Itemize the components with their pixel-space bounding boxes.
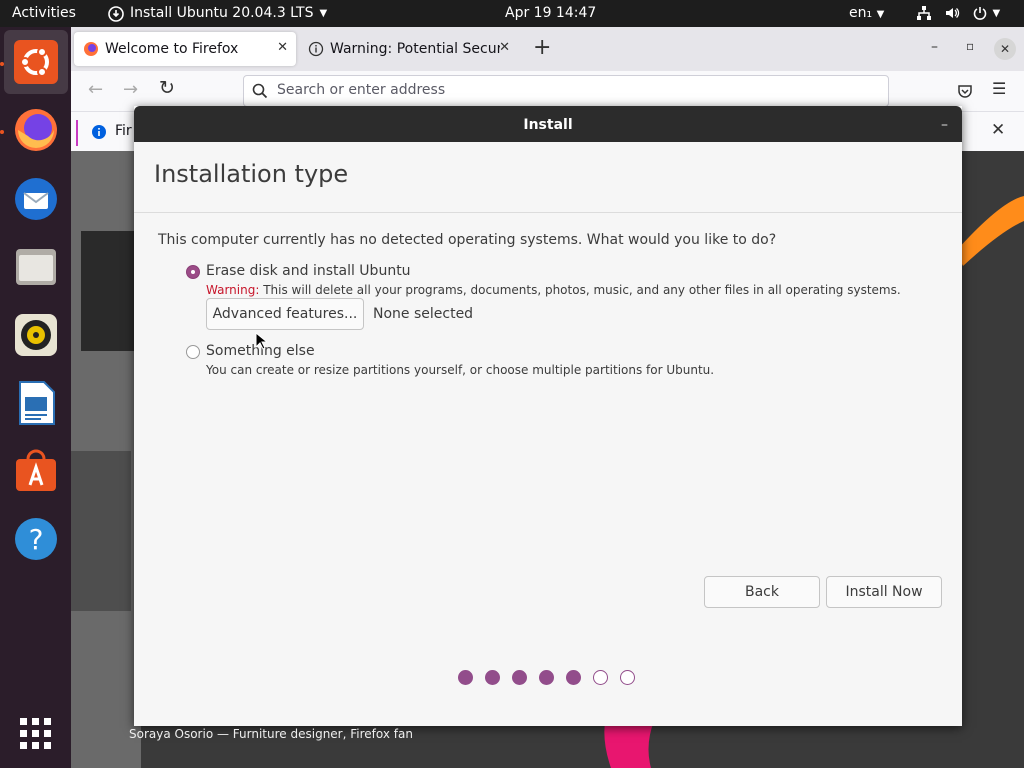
dock-rhythmbox[interactable]: [4, 303, 68, 367]
erase-disk-radio[interactable]: [186, 265, 200, 279]
install-dialog: Install – Installation type This compute…: [134, 106, 962, 726]
progress-dot: [485, 670, 500, 685]
language-label: en₁: [849, 5, 873, 21]
mouse-cursor-icon: [255, 332, 267, 350]
clock[interactable]: Apr 19 14:47: [505, 0, 596, 27]
activities-button[interactable]: Activities: [12, 0, 76, 27]
firefox-icon: [84, 42, 98, 56]
dialog-title: Install: [523, 117, 573, 133]
erase-disk-description: Warning: This will delete all your progr…: [206, 283, 901, 297]
ubuntu-installer-icon: [14, 40, 58, 84]
close-tab-icon[interactable]: ✕: [277, 40, 288, 55]
installer-icon: [108, 5, 124, 22]
url-bar[interactable]: Search or enter address: [243, 75, 889, 107]
thunderbird-icon: [15, 178, 57, 220]
tab-label: Welcome to Firefox: [105, 41, 239, 57]
tab-warning[interactable]: Warning: Potential Securi ✕: [300, 32, 512, 66]
dock-help[interactable]: ?: [4, 507, 68, 571]
pocket-icon[interactable]: [957, 83, 973, 99]
progress-dot: [512, 670, 527, 685]
info-icon: [92, 125, 106, 139]
notification-text: Fir: [115, 123, 132, 139]
progress-dot: [620, 670, 635, 685]
menu-icon[interactable]: ☰: [992, 79, 1006, 98]
software-store-icon: [16, 449, 56, 491]
info-icon: [308, 41, 324, 57]
files-icon: [16, 249, 56, 285]
dock-files[interactable]: [4, 235, 68, 299]
language-menu[interactable]: en₁ ▼: [849, 0, 884, 27]
show-applications-button[interactable]: [4, 702, 68, 766]
advanced-status: None selected: [373, 306, 474, 322]
network-icon[interactable]: [916, 0, 932, 27]
tab-bar: Welcome to Firefox ✕ Warning: Potential …: [71, 27, 1024, 71]
dock-thunderbird[interactable]: [4, 167, 68, 231]
power-icon: [973, 7, 987, 20]
progress-dots: [458, 670, 635, 685]
dock-ubuntu-installer[interactable]: [4, 30, 68, 94]
question-text: This computer currently has no detected …: [158, 232, 777, 248]
photo-caption: Soraya Osorio — Furniture designer, Fire…: [129, 727, 413, 741]
warning-label: Warning:: [206, 283, 260, 297]
volume-icon[interactable]: [944, 0, 960, 27]
dock-writer[interactable]: [4, 371, 68, 435]
maximize-button[interactable]: ▫: [966, 39, 974, 53]
close-window-button[interactable]: ✕: [994, 38, 1016, 60]
top-bar: Activities Install Ubuntu 20.04.3 LTS ▼ …: [0, 0, 1024, 27]
dock: ?: [0, 27, 71, 768]
reload-icon[interactable]: ↻: [159, 77, 175, 99]
nav-bar: ← → ↻ Search or enter address ☰: [71, 71, 1024, 111]
app-name: Install Ubuntu 20.04.3 LTS: [130, 5, 314, 21]
erase-disk-label[interactable]: Erase disk and install Ubuntu: [206, 263, 411, 279]
install-now-button[interactable]: Install Now: [826, 576, 942, 608]
close-tab-icon[interactable]: ✕: [499, 40, 510, 55]
app-grid-icon: [20, 718, 51, 749]
dialog-titlebar: Install –: [134, 106, 962, 142]
close-icon[interactable]: ✕: [991, 120, 1005, 140]
chevron-down-icon: ▼: [992, 8, 1001, 19]
svg-text:?: ?: [29, 523, 44, 556]
help-icon: ?: [15, 518, 57, 560]
progress-dot: [458, 670, 473, 685]
chevron-down-icon: ▼: [876, 9, 885, 20]
firefox-icon: [15, 109, 57, 151]
new-tab-button[interactable]: +: [533, 35, 551, 60]
progress-dot: [539, 670, 554, 685]
minimize-button[interactable]: –: [941, 106, 948, 144]
warning-text: This will delete all your programs, docu…: [259, 283, 901, 297]
search-icon: [252, 83, 268, 99]
advanced-features-button[interactable]: Advanced features...: [206, 298, 364, 330]
back-button[interactable]: Back: [704, 576, 820, 608]
chevron-down-icon: ▼: [319, 8, 328, 19]
back-arrow-icon[interactable]: ←: [88, 79, 103, 100]
app-menu[interactable]: Install Ubuntu 20.04.3 LTS ▼: [108, 0, 327, 27]
forward-arrow-icon[interactable]: →: [123, 79, 138, 100]
dialog-header: Installation type: [134, 142, 962, 213]
tab-label: Warning: Potential Securi: [330, 41, 500, 57]
minimize-button[interactable]: –: [931, 39, 938, 55]
tab-welcome[interactable]: Welcome to Firefox ✕: [74, 32, 296, 66]
something-else-radio[interactable]: [186, 345, 200, 359]
progress-dot: [593, 670, 608, 685]
something-else-description: You can create or resize partitions your…: [206, 363, 715, 377]
url-placeholder: Search or enter address: [277, 82, 446, 98]
document-icon: [19, 381, 55, 425]
dock-firefox[interactable]: [4, 98, 68, 162]
page-title: Installation type: [154, 160, 349, 188]
dock-software[interactable]: [4, 439, 68, 503]
progress-dot: [566, 670, 581, 685]
power-menu[interactable]: ▼: [972, 0, 1000, 27]
rhythmbox-icon: [15, 314, 57, 356]
